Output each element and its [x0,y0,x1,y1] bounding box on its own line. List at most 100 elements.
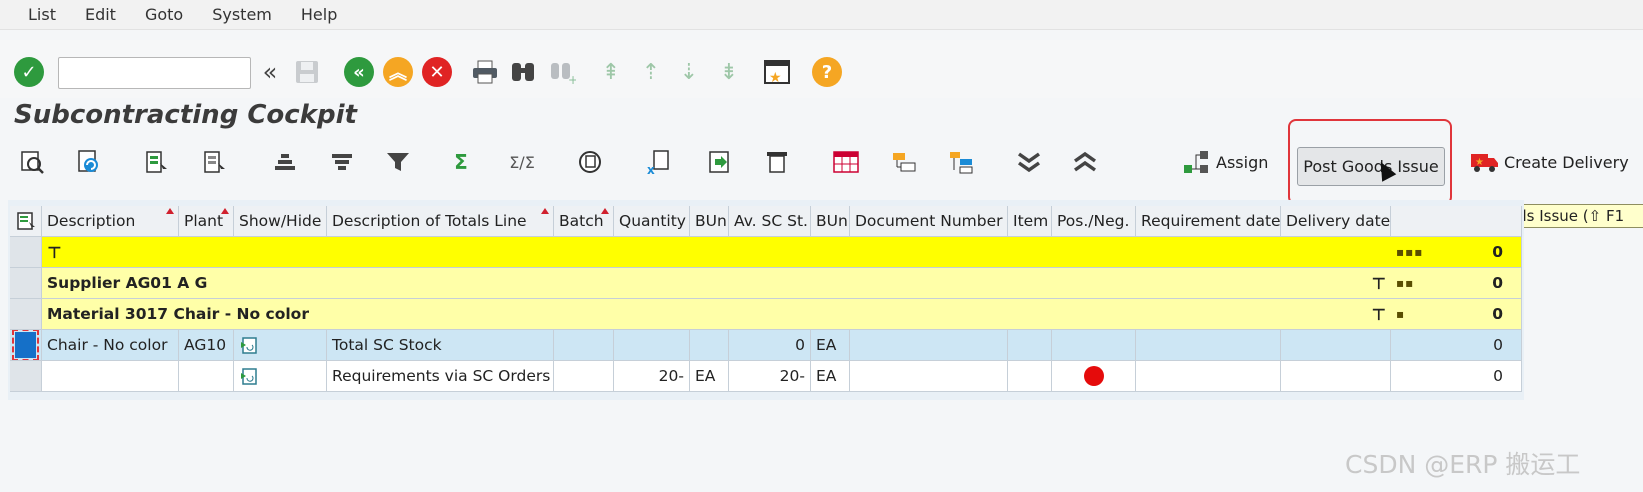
row-selector[interactable] [10,268,42,299]
cell-requirement-date[interactable] [1136,330,1281,361]
menu-goto[interactable]: Goto [145,5,183,24]
export-icon[interactable] [573,145,607,179]
col-document-number[interactable]: Document Number [850,206,1008,237]
cell-totals-line[interactable]: Requirements via SC Orders [327,361,554,392]
svg-text:x: x [647,163,655,175]
table-row[interactable]: Chair - No color AG10 Total SC Stock 0 E… [10,330,1522,361]
cell-description[interactable]: Chair - No color [42,330,179,361]
cell-show-hide[interactable] [234,361,327,392]
cell-bun[interactable]: EA [690,361,729,392]
cell-quantity[interactable] [614,330,690,361]
col-bun[interactable]: BUn [690,206,729,237]
cell-pos-neg[interactable] [1052,330,1136,361]
hierarchy-expand-icon[interactable] [888,145,922,179]
cell-document-number[interactable] [850,330,1008,361]
table-row[interactable]: Requirements via SC Orders 20- EA 20- EA… [10,361,1522,392]
cell-pos-neg[interactable] [1052,361,1136,392]
sum-icon[interactable]: Σ [444,145,478,179]
post-goods-issue-button[interactable]: Post Goods Issue [1297,147,1445,186]
menu-help[interactable]: Help [301,5,337,24]
cell-plant[interactable]: AG10 [179,330,234,361]
sort-descending-icon[interactable] [325,145,359,179]
material-subtotal-row[interactable]: Material 3017 Chair - No color ⊤ ▪ 0 [10,299,1522,330]
enter-button[interactable]: ✓ [12,55,46,89]
create-delivery-button[interactable]: ★ Create Delivery [1469,148,1629,176]
cell-description[interactable] [42,361,179,392]
cell-batch[interactable] [554,330,614,361]
cell-totals-line[interactable]: Total SC Stock [327,330,554,361]
cell-quantity[interactable]: 20- [614,361,690,392]
col-av-sc-stock[interactable]: Av. SC St. [729,206,811,237]
print-icon[interactable] [468,55,502,89]
command-field[interactable] [58,57,251,89]
col-delivery-date[interactable]: Delivery date [1281,206,1391,237]
cell-show-hide[interactable] [234,330,327,361]
cancel-button[interactable]: ✕ [420,55,454,89]
cell-av-sc-stock[interactable]: 20- [729,361,811,392]
save-icon[interactable] [290,55,324,89]
bookmark-icon[interactable]: ★ [760,55,794,89]
supplier-subtotal-row[interactable]: Supplier AG01 A G ⊤ ▪▪ 0 [10,268,1522,299]
menu-system[interactable]: System [212,5,272,24]
cell-delivery-date[interactable] [1281,330,1391,361]
filter-icon[interactable] [381,145,415,179]
next-page-icon[interactable]: ⇣ [672,55,706,89]
find-next-icon[interactable]: + [545,55,579,89]
layout-icon[interactable] [829,145,863,179]
col-show-hide[interactable]: Show/Hide [234,206,327,237]
col-plant[interactable]: Plant [179,206,234,237]
cell-requirement-date[interactable] [1136,361,1281,392]
cell-count[interactable]: 0 [1391,330,1522,361]
sort-indicator-icon [601,208,609,214]
col-requirement-date[interactable]: Requirement date [1136,206,1281,237]
deselect-all-icon[interactable] [198,145,232,179]
assign-button[interactable]: Assign [1182,148,1268,176]
cell-bun[interactable] [690,330,729,361]
details-icon[interactable] [15,145,49,179]
col-extra[interactable] [1391,206,1522,237]
col-pos-neg[interactable]: Pos./Neg. [1052,206,1136,237]
exit-button[interactable]: ︽ [381,55,415,89]
row-selector[interactable] [10,299,42,330]
cell-plant[interactable] [179,361,234,392]
col-quantity[interactable]: Quantity [614,206,690,237]
expand-all-icon[interactable] [1012,145,1046,179]
row-selector[interactable] [10,237,42,268]
cell-document-number[interactable] [850,361,1008,392]
first-page-icon[interactable]: ⇞ [594,55,628,89]
cell-count[interactable]: 0 [1391,361,1522,392]
select-all-icon[interactable] [140,145,174,179]
help-button[interactable]: ? [810,55,844,89]
last-page-icon[interactable]: ⇟ [712,55,746,89]
layout-settings-icon[interactable] [10,206,42,237]
cell-av-sc-stock[interactable]: 0 [729,330,811,361]
refresh-icon[interactable] [73,145,107,179]
col-batch[interactable]: Batch [554,206,614,237]
collapse-all-icon[interactable] [1068,145,1102,179]
previous-page-icon[interactable]: ⇡ [634,55,668,89]
hierarchy-collapse-icon[interactable] [945,145,979,179]
col-description[interactable]: Description [42,206,179,237]
col-bun-2[interactable]: BUn [811,206,850,237]
cell-bun-2[interactable]: EA [811,361,850,392]
total-row[interactable]: ⊤ ▪▪▪ 0 [10,237,1522,268]
row-selector[interactable] [10,361,42,392]
subtotals-icon[interactable]: Σ/Σ [505,145,539,179]
spreadsheet-icon[interactable]: x [642,145,676,179]
row-selector[interactable] [10,330,42,361]
back-button[interactable]: « [342,55,376,89]
cell-bun-2[interactable]: EA [811,330,850,361]
sort-ascending-icon[interactable] [268,145,302,179]
collapse-command-icon[interactable]: « [253,55,287,89]
local-file-icon[interactable] [703,145,737,179]
cell-delivery-date[interactable] [1281,361,1391,392]
col-item[interactable]: Item [1008,206,1052,237]
find-icon[interactable] [506,55,540,89]
menu-list[interactable]: List [28,5,56,24]
cell-item[interactable] [1008,361,1052,392]
menu-edit[interactable]: Edit [85,5,116,24]
col-totals-line[interactable]: Description of Totals Line [327,206,554,237]
print-preview-icon[interactable] [760,145,794,179]
cell-item[interactable] [1008,330,1052,361]
cell-batch[interactable] [554,361,614,392]
